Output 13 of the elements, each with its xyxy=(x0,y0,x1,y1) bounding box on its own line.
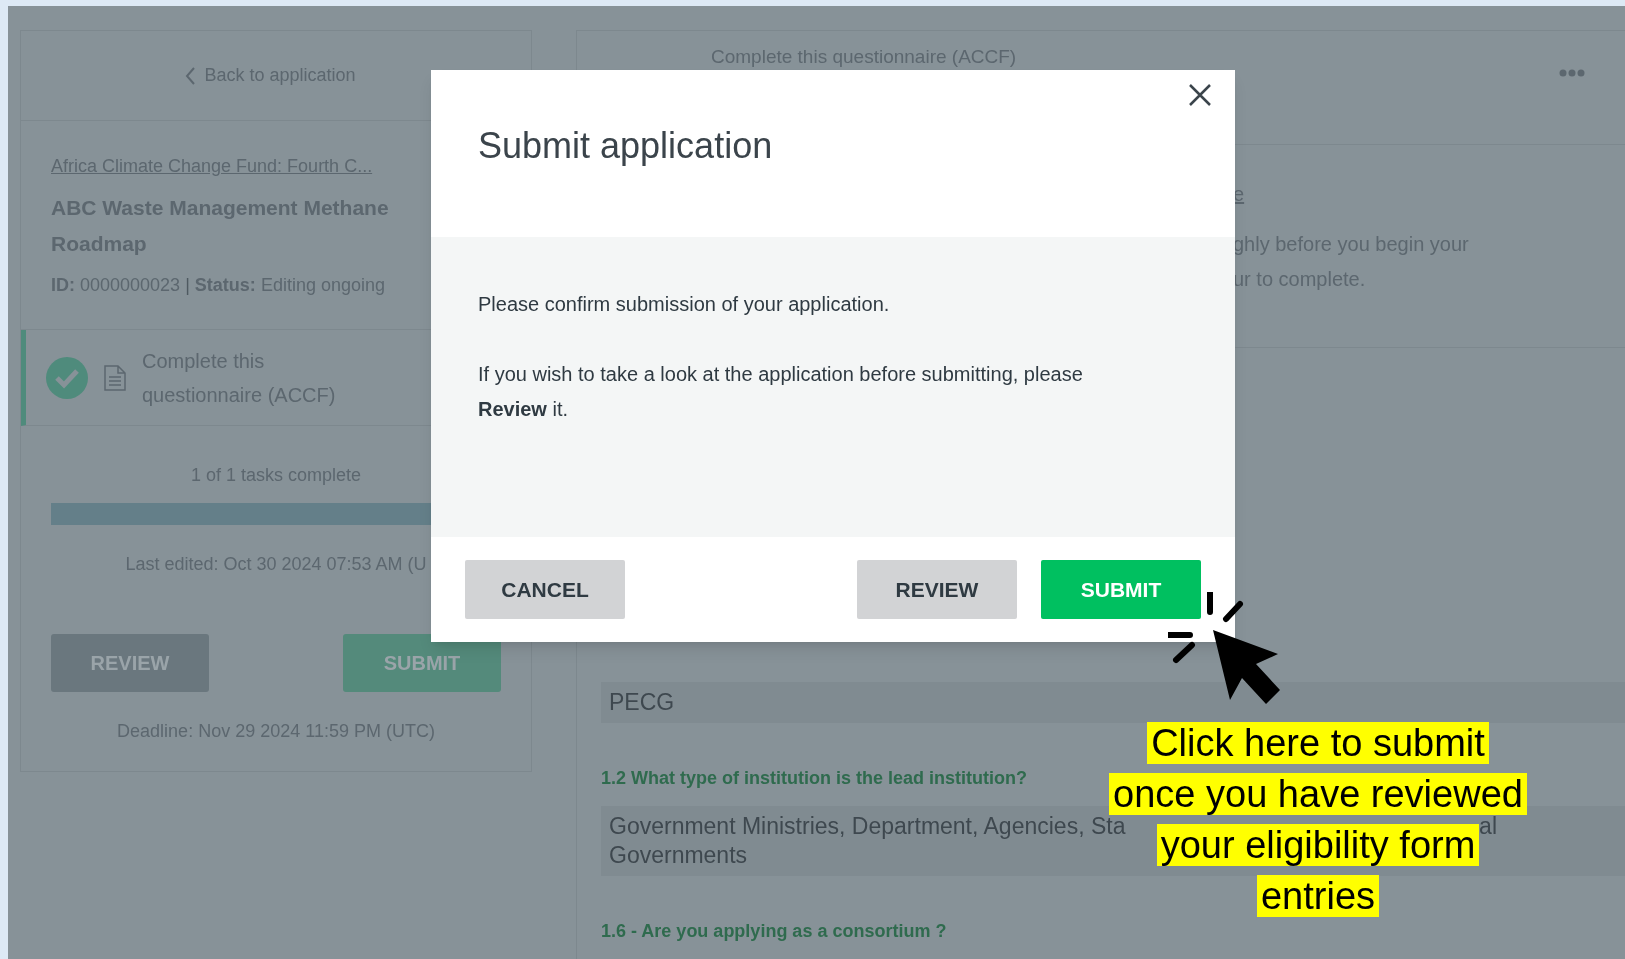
dialog-message: Please confirm submission of your application. xyxy=(478,292,891,317)
separator-text: | xyxy=(185,275,190,295)
answer-field[interactable]: PECG xyxy=(601,682,1625,723)
close-icon[interactable] xyxy=(1189,84,1211,106)
chevron-left-icon xyxy=(184,65,197,86)
dialog-title: Submit application xyxy=(478,124,773,168)
dialog-button[interactable]: SUBMIT xyxy=(1041,560,1201,619)
dialog-button[interactable]: REVIEW xyxy=(857,560,1017,619)
dialog-button[interactable]: CANCEL xyxy=(465,560,625,619)
question-label: 1.2 What type of institution is the lead institution? xyxy=(601,767,1028,790)
sidebar-action-button[interactable]: SUBMIT xyxy=(343,634,501,692)
question-label: 1.6 - Are you applying as a consortium ? xyxy=(601,920,948,943)
document-icon xyxy=(104,364,126,391)
